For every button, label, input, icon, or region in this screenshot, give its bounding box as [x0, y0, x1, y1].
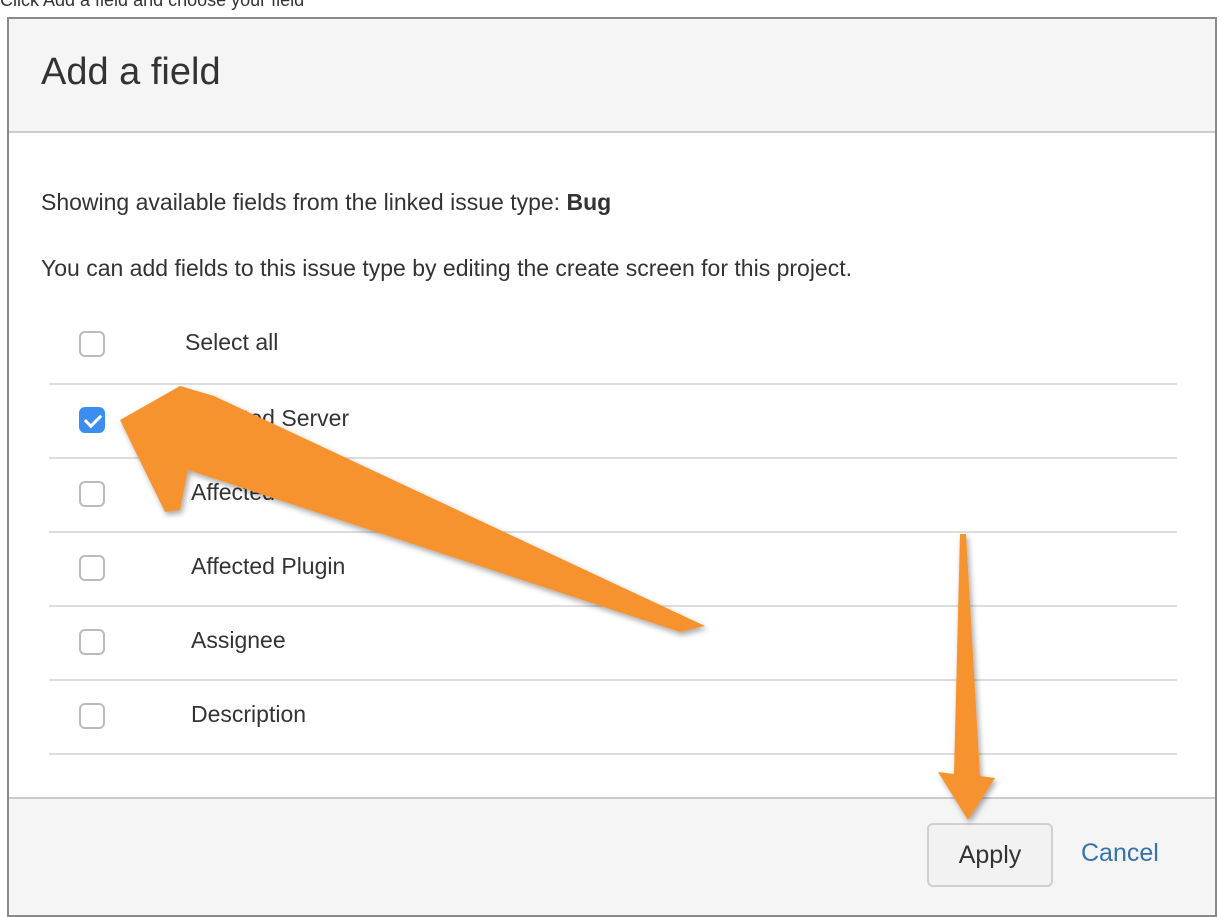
- field-label: Description: [191, 701, 307, 727]
- edit-screen-info: You can add fields to this issue type by…: [41, 255, 853, 281]
- apply-button[interactable]: Apply: [927, 823, 1053, 887]
- info-prefix: Showing available fields from the linked…: [41, 189, 567, 215]
- page-caption: Click Add a field and choose your field: [0, 0, 305, 10]
- field-label: Affected Application: [191, 479, 393, 505]
- field-row-affected-plugin[interactable]: Affected Plugin: [49, 531, 1177, 607]
- add-field-dialog: Add a field Showing available fields fro…: [7, 17, 1217, 917]
- field-row-affected-application[interactable]: Affected Application: [49, 457, 1177, 533]
- linked-issue-type-info: Showing available fields from the linked…: [41, 189, 611, 216]
- field-label: Affected Server: [191, 405, 350, 431]
- cancel-link[interactable]: Cancel: [1081, 839, 1159, 868]
- field-row-description[interactable]: Description: [49, 679, 1177, 755]
- field-checkbox[interactable]: [79, 629, 105, 655]
- select-all-row[interactable]: Select all: [49, 311, 1177, 385]
- dialog-body: Showing available fields from the linked…: [9, 133, 1215, 797]
- field-checkbox[interactable]: [79, 703, 105, 729]
- select-all-label: Select all: [185, 329, 279, 355]
- dialog-footer: Apply Cancel: [9, 797, 1215, 915]
- field-checkbox[interactable]: [79, 555, 105, 581]
- issue-type-name: Bug: [566, 189, 612, 215]
- field-label: Affected Plugin: [191, 553, 346, 579]
- field-row-assignee[interactable]: Assignee: [49, 605, 1177, 681]
- field-checkbox[interactable]: [79, 481, 105, 507]
- field-checkbox[interactable]: [79, 407, 105, 433]
- dialog-title: Add a field: [41, 51, 221, 93]
- field-label: Assignee: [191, 627, 286, 653]
- select-all-checkbox[interactable]: [79, 331, 105, 357]
- field-row-affected-server[interactable]: Affected Server: [49, 383, 1177, 459]
- dialog-header: Add a field: [9, 19, 1215, 133]
